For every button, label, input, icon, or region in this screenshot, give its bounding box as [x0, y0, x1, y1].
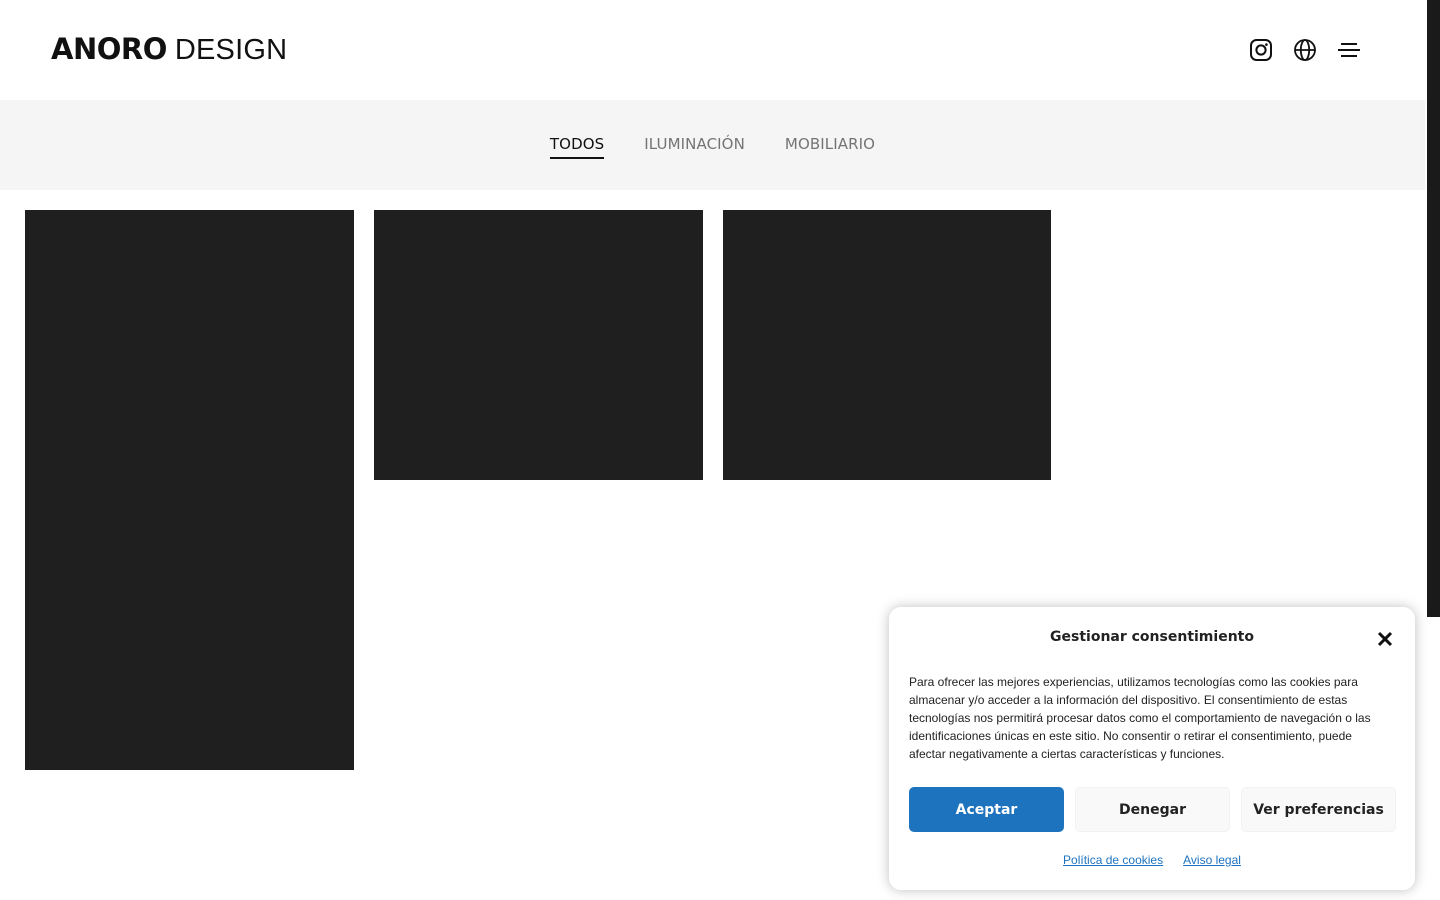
filter-mobiliario[interactable]: MOBILIARIO — [785, 135, 875, 159]
globe-icon[interactable] — [1292, 37, 1318, 63]
cookie-dialog-buttons: Aceptar Denegar Ver preferencias — [909, 787, 1396, 832]
instagram-icon[interactable] — [1248, 37, 1274, 63]
gallery-tile[interactable] — [374, 210, 703, 480]
site-header: ANORO DESIGN — [0, 0, 1425, 100]
header-icons — [1248, 37, 1362, 63]
page-scrollbar[interactable] — [1425, 0, 1440, 900]
logo-bold-text: ANORO — [51, 32, 167, 66]
accept-button[interactable]: Aceptar — [909, 787, 1064, 832]
cookie-dialog-links: Política de cookies Aviso legal — [889, 853, 1415, 867]
cookie-dialog-title: Gestionar consentimiento — [1050, 629, 1254, 645]
gallery-tile[interactable] — [723, 210, 1051, 480]
menu-icon[interactable] — [1336, 37, 1362, 63]
legal-notice-link[interactable]: Aviso legal — [1183, 853, 1241, 867]
preferences-button[interactable]: Ver preferencias — [1241, 787, 1396, 832]
cookie-consent-dialog: Gestionar consentimiento Para ofrecer la… — [889, 607, 1415, 890]
scrollbar-thumb[interactable] — [1427, 0, 1440, 617]
filter-iluminacion[interactable]: ILUMINACIÓN — [644, 135, 745, 159]
filter-todos[interactable]: TODOS — [549, 135, 605, 159]
deny-button[interactable]: Denegar — [1075, 787, 1230, 832]
close-icon[interactable] — [1375, 629, 1395, 649]
site-logo[interactable]: ANORO DESIGN — [51, 32, 287, 67]
cookie-dialog-message: Para ofrecer las mejores experiencias, u… — [909, 675, 1371, 761]
logo-light-text: DESIGN — [174, 34, 288, 66]
gallery-tile[interactable] — [25, 210, 354, 770]
cookie-policy-link[interactable]: Política de cookies — [1063, 853, 1163, 867]
category-filter-bar: TODOS ILUMINACIÓN MOBILIARIO — [0, 100, 1425, 190]
